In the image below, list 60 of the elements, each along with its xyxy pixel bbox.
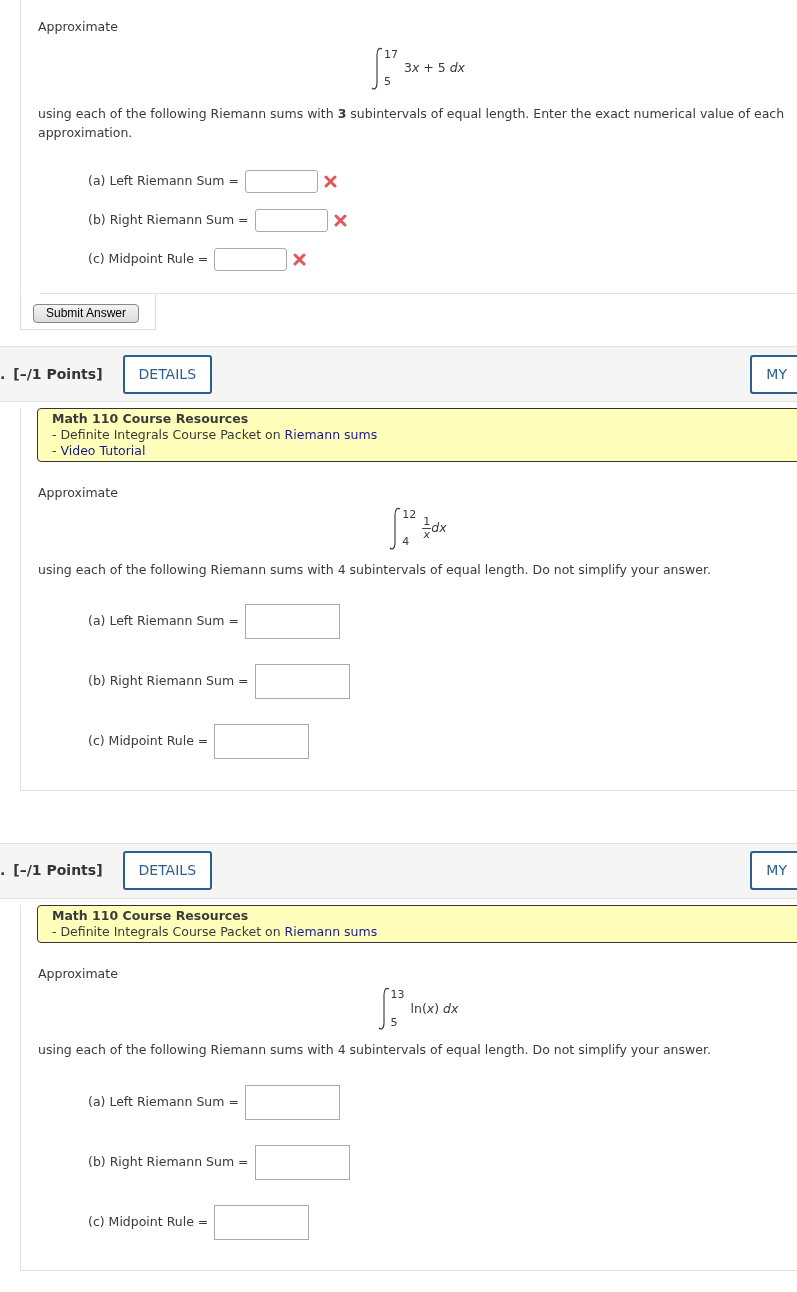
lower-limit: 5 — [390, 1014, 399, 1031]
fraction: 1 x — [422, 516, 432, 542]
variable: dx — [443, 999, 459, 1018]
part-label: (b) Right Riemann Sum = — [88, 672, 249, 691]
resource-line: - Definite Integrals Course Packet on Riemann sums — [52, 427, 379, 443]
points-label: [–/1 Points] — [13, 861, 103, 880]
instruction-text: using each of the following Riemann sums with 4 subintervals of equal length. Do not simplify your answer. — [38, 1041, 712, 1060]
integral-sign-icon — [376, 987, 391, 1032]
lower-limit: 4 — [402, 534, 411, 551]
part-label: (a) Left Riemann Sum = — [88, 1092, 239, 1111]
answer-field[interactable] — [214, 248, 288, 272]
answer-field[interactable] — [254, 664, 350, 699]
answer-field[interactable] — [244, 604, 340, 639]
variable: dx — [449, 59, 466, 78]
part-label: (c) Midpoint Rule = — [88, 250, 209, 269]
integral-sign-icon — [369, 46, 384, 91]
resource-line: - Definite Integrals Course Packet on Riemann sums — [52, 923, 379, 940]
resource-link[interactable]: Riemann sums — [284, 923, 378, 939]
integrand-text: ) — [434, 999, 441, 1018]
instruction-text: using each of the following Riemann sums with 4 subintervals of equal length. Do not simplify your answer. — [38, 560, 712, 579]
integrand-text: + 5 — [422, 59, 447, 78]
details-button[interactable]: DETAILS — [122, 851, 212, 890]
prompt-text: Approximate — [38, 484, 119, 502]
integral-sign-icon — [388, 506, 403, 551]
answer-field[interactable] — [244, 1084, 340, 1120]
answer-field[interactable] — [254, 209, 328, 233]
prompt-text: Approximate — [38, 964, 119, 983]
submit-answer-button[interactable]: Submit Answer — [33, 304, 140, 323]
integrand-text: ln( — [410, 999, 427, 1018]
part-label: (a) Left Riemann Sum = — [88, 612, 239, 631]
part-label: (b) Right Riemann Sum = — [88, 1152, 249, 1171]
resources-title: Math 110 Course Resources — [52, 907, 250, 924]
variable: x — [426, 999, 435, 1018]
points-label: [–/1 Points] — [13, 364, 103, 384]
integrand-text: 3 — [403, 59, 412, 78]
part-label: (c) Midpoint Rule = — [88, 732, 209, 751]
resources-title: Math 110 Course Resources — [52, 411, 250, 427]
details-button[interactable]: DETAILS — [122, 354, 212, 394]
part-label: (a) Left Riemann Sum = — [88, 172, 239, 191]
answer-field[interactable] — [214, 1204, 310, 1240]
part-label: (b) Right Riemann Sum = — [88, 211, 249, 230]
lower-limit: 5 — [383, 74, 392, 91]
answer-field[interactable] — [214, 724, 310, 759]
my-notes-button[interactable]: MY — [750, 851, 797, 890]
question-number: . — [0, 364, 6, 384]
prompt-text: Approximate — [38, 18, 119, 36]
my-notes-button[interactable]: MY — [750, 354, 797, 394]
variable: x — [411, 59, 420, 78]
answer-field[interactable] — [244, 170, 318, 194]
answer-field[interactable] — [254, 1144, 350, 1180]
upper-limit: 13 — [390, 987, 405, 1004]
instruction-text: using each of the following Riemann sums with 3 subintervals of equal length. Enter the exact numerical value of each approximation. — [38, 104, 786, 142]
upper-limit: 17 — [383, 46, 398, 63]
resource-link[interactable]: Riemann sums — [284, 427, 378, 442]
variable: dx — [431, 519, 447, 538]
part-label: (c) Midpoint Rule = — [88, 1212, 209, 1231]
resource-link[interactable]: Video Tutorial — [60, 443, 146, 458]
resource-line: - Video Tutorial — [52, 443, 147, 459]
question-number: . — [0, 861, 6, 880]
upper-limit: 12 — [402, 506, 417, 523]
